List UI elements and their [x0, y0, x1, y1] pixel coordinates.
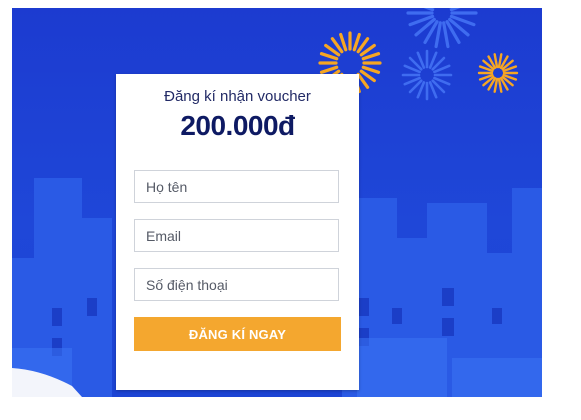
voucher-amount: 200.000đ: [180, 110, 295, 141]
firework-spark: [497, 53, 503, 69]
firework-spark: [442, 21, 450, 49]
phone-input[interactable]: [134, 268, 339, 301]
firework-spark: [352, 32, 361, 52]
firework-spark: [339, 32, 348, 52]
firework-spark: [493, 53, 499, 69]
firework-spark: [434, 21, 442, 49]
email-input[interactable]: [134, 219, 339, 252]
firework-spark: [361, 52, 381, 61]
firework-spark: [497, 77, 503, 93]
form-title: Đăng kí nhận voucher: [164, 88, 311, 105]
firework-spark: [361, 65, 381, 74]
firework-spark: [319, 52, 339, 61]
full-name-input[interactable]: [134, 170, 339, 203]
firework-spark: [449, 8, 461, 12]
register-now-button[interactable]: ĐĂNG KÍ NGAY: [134, 317, 341, 351]
signup-form-card: Đăng kí nhận voucher 200.000đ ĐĂNG KÍ NG…: [116, 74, 359, 390]
firework-spark: [319, 65, 339, 74]
firework-spark: [493, 77, 499, 93]
firework-spark: [423, 8, 435, 12]
voucher-banner: Đăng kí nhận voucher 200.000đ ĐĂNG KÍ NG…: [12, 8, 542, 397]
